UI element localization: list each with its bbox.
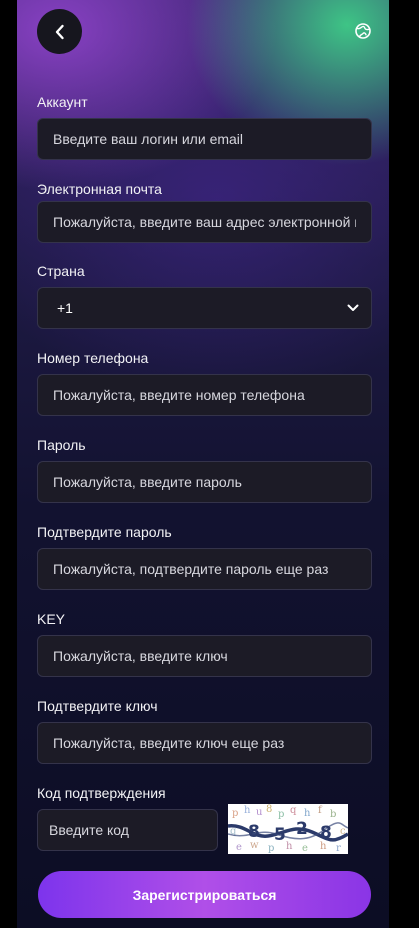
confirm-key-field-wrapper (37, 722, 372, 764)
key-input[interactable] (38, 636, 371, 676)
key-field-wrapper (37, 635, 372, 677)
captcha-char: 8 (248, 822, 260, 842)
register-screen: Аккаунт Электронная почта Страна +1 Номе… (17, 0, 389, 928)
email-input[interactable] (38, 202, 371, 242)
account-input[interactable] (38, 119, 371, 159)
country-code-value: +1 (57, 300, 73, 316)
svg-text:u: u (256, 807, 263, 818)
email-label: Электронная почта (37, 181, 162, 197)
password-field-wrapper (37, 461, 372, 503)
svg-text:p: p (278, 809, 284, 820)
verification-code-input[interactable] (38, 810, 217, 850)
chevron-down-icon (347, 304, 359, 311)
phone-input[interactable] (38, 375, 371, 415)
confirm-password-input[interactable] (38, 549, 371, 589)
captcha-char: 5 (274, 825, 286, 845)
password-label: Пароль (37, 437, 86, 453)
globe-icon (355, 23, 371, 39)
captcha-char: 8 (320, 823, 332, 843)
confirm-password-label: Подтвердите пароль (37, 524, 172, 540)
svg-text:h: h (244, 805, 251, 816)
country-select[interactable]: +1 (37, 287, 372, 329)
register-button[interactable]: Зарегистрироваться (38, 871, 371, 918)
language-button[interactable] (352, 20, 374, 42)
confirm-key-input[interactable] (38, 723, 371, 763)
country-label: Страна (37, 263, 85, 279)
key-label: KEY (37, 611, 66, 627)
phone-label: Номер телефона (37, 350, 149, 366)
back-button[interactable] (37, 9, 82, 54)
chevron-left-icon (55, 24, 64, 39)
page: Аккаунт Электронная почта Страна +1 Номе… (0, 0, 419, 928)
svg-text:8: 8 (266, 804, 272, 815)
confirm-key-label: Подтвердите ключ (37, 698, 158, 714)
svg-text:e: e (302, 843, 308, 854)
verification-code-field-wrapper (37, 809, 218, 851)
svg-text:h: h (304, 808, 311, 819)
account-label: Аккаунт (37, 94, 88, 110)
password-input[interactable] (38, 462, 371, 502)
confirm-password-field-wrapper (37, 548, 372, 590)
captcha-drawing: p h u 8 p q h f b e w p h e h r c q 8 5 … (228, 804, 348, 854)
svg-text:p: p (232, 808, 238, 819)
svg-text:h: h (286, 841, 293, 852)
svg-text:b: b (330, 809, 336, 820)
verification-code-label: Код подтверждения (37, 785, 166, 801)
captcha-image[interactable]: p h u 8 p q h f b e w p h e h r c q 8 5 … (228, 804, 348, 854)
phone-field-wrapper (37, 374, 372, 416)
email-field-wrapper (37, 201, 372, 243)
account-field-wrapper (37, 118, 372, 160)
svg-text:e: e (236, 842, 242, 853)
captcha-char: 2 (296, 819, 308, 839)
svg-text:r: r (336, 843, 341, 854)
svg-text:q: q (290, 805, 297, 816)
